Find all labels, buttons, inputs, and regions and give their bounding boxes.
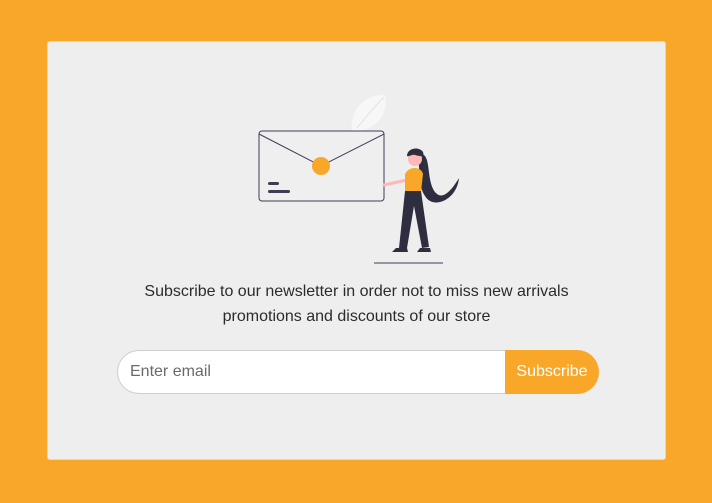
newsletter-message: Subscribe to our newsletter in order not… [48,279,665,329]
leaf-icon [351,94,386,132]
subscribe-form: Subscribe [117,350,599,394]
message-line-2: promotions and discounts of our store [222,308,491,325]
newsletter-card: Subscribe to our newsletter in order not… [47,41,666,460]
woman-holding-envelope-icon [258,94,459,264]
email-input[interactable] [117,350,517,394]
message-line-1: Subscribe to our newsletter in order not… [144,283,569,300]
envelope-icon [258,130,385,202]
subscribe-button[interactable]: Subscribe [505,350,599,394]
woman-figure-icon [374,148,459,264]
